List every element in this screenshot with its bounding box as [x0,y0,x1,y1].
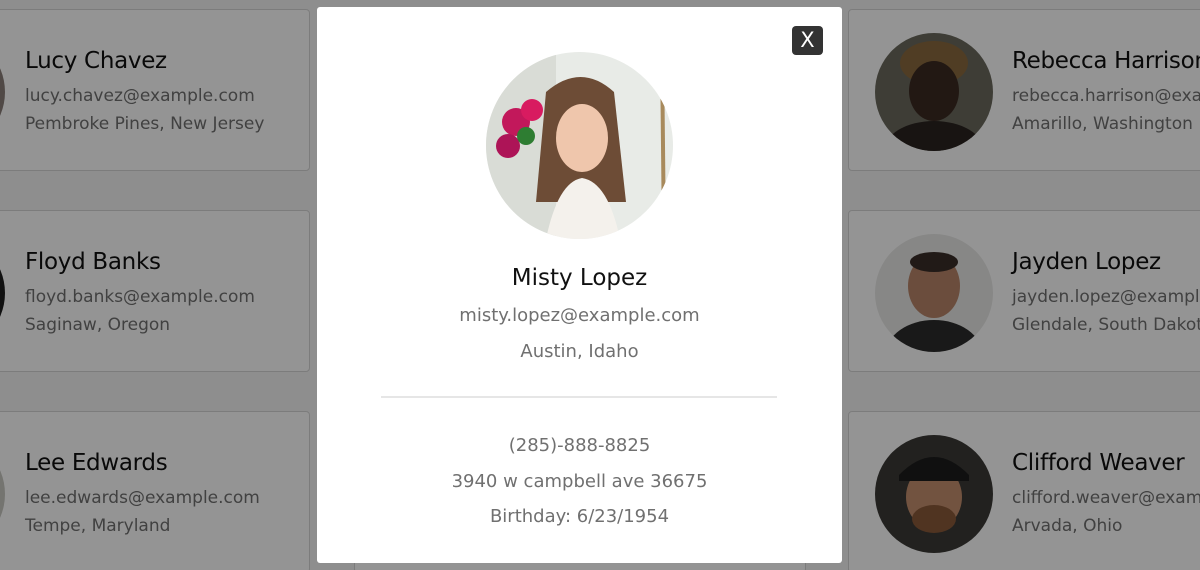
close-button[interactable]: X [792,26,823,55]
employee-modal: X Misty Lopez misty.lopez@example.com Au… [317,7,842,563]
modal-employee-location: Austin, Idaho [520,341,639,362]
divider [381,396,777,398]
modal-avatar [486,52,673,239]
modal-employee-name: Misty Lopez [511,265,648,291]
modal-employee-phone: (285)-888-8825 [508,435,651,456]
modal-employee-email: misty.lopez@example.com [459,305,700,326]
modal-employee-birthday: Birthday: 6/23/1954 [489,506,670,527]
employee-directory-page: Lucy Chavez lucy.chavez@example.com Pemb… [0,0,1200,570]
modal-employee-address: 3940 w campbell ave 36675 [451,471,708,492]
